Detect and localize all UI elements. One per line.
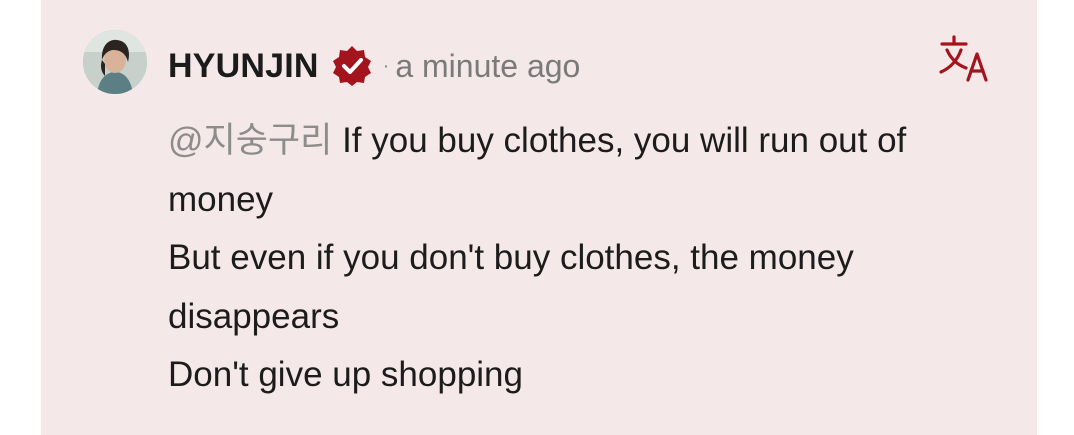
- comment-header: HYUNJIN · a minute ago: [168, 40, 580, 92]
- user-mention[interactable]: @지숭구리: [168, 121, 332, 160]
- avatar[interactable]: [83, 30, 147, 94]
- translate-icon[interactable]: [938, 34, 990, 84]
- author-name[interactable]: HYUNJIN: [168, 47, 319, 86]
- comment-text-line-3: Don't give up shopping: [168, 355, 523, 394]
- separator-dot: ·: [382, 54, 390, 77]
- comment-body: @지숭구리 If you buy clothes, you will run o…: [168, 112, 1008, 405]
- comment-timestamp: a minute ago: [395, 47, 581, 84]
- comment-text-line-2: But even if you don't buy clothes, the m…: [168, 238, 854, 336]
- comment-text-line-1: @지숭구리 If you buy clothes, you will run o…: [168, 121, 907, 219]
- verified-badge-icon: [331, 45, 373, 87]
